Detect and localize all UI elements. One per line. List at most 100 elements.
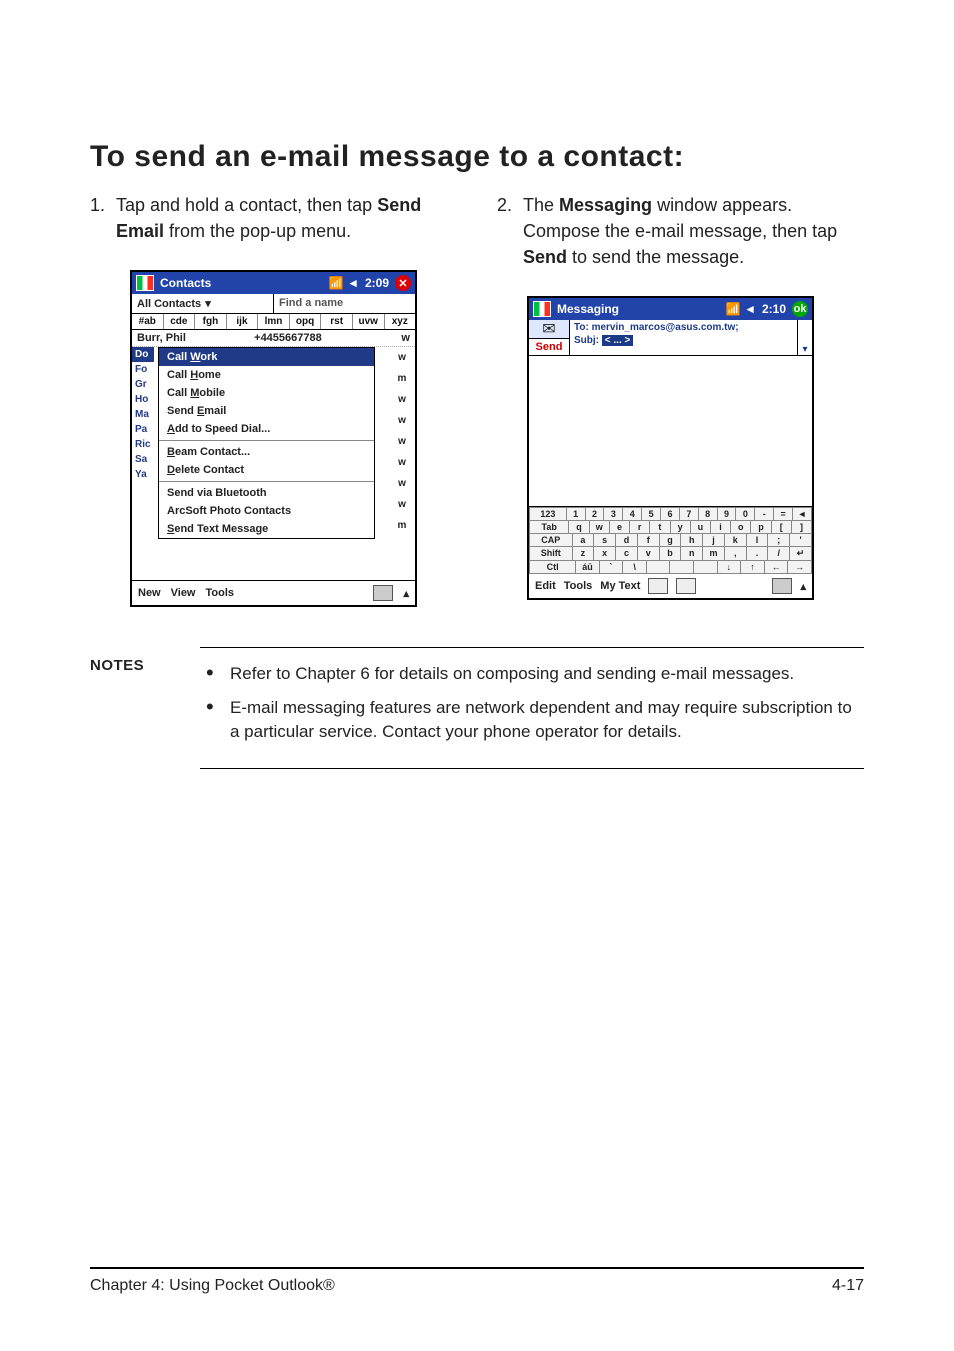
alpha-tab[interactable]: uvw [353,314,385,329]
key[interactable]: - [755,507,774,521]
key[interactable]: ] [792,521,812,534]
alpha-tab[interactable]: #ab [132,314,164,329]
key[interactable]: 0 [736,507,755,521]
key[interactable]: 4 [623,507,642,521]
menu-item-call-home[interactable]: Call Home [159,366,374,384]
menu-item-beam-contact-[interactable]: Beam Contact... [159,443,374,461]
key[interactable]: = [774,507,793,521]
to-field[interactable]: To: mervin_marcos@asus.com.tw; [574,322,793,333]
key[interactable]: ' [790,534,812,547]
menu-mytext[interactable]: My Text [600,580,640,592]
alpha-tab[interactable]: ijk [227,314,259,329]
key[interactable]: . [747,547,769,561]
key[interactable]: o [731,521,751,534]
send-button[interactable]: Send [529,338,569,355]
keyboard-icon[interactable] [373,585,393,601]
key[interactable]: c [616,547,638,561]
dropdown-icon[interactable]: ▾ [802,344,807,355]
menu-item-send-via-bluetooth[interactable]: Send via Bluetooth [159,484,374,502]
key[interactable]: , [725,547,747,561]
key[interactable]: z [573,547,595,561]
key[interactable]: → [788,561,812,574]
key[interactable]: Tab [529,521,569,534]
menu-item-add-to-speed-dial-[interactable]: Add to Speed Dial... [159,420,374,438]
key[interactable]: e [610,521,630,534]
alpha-tab[interactable]: fgh [195,314,227,329]
key[interactable]: w [590,521,610,534]
key[interactable]: áū [576,561,600,574]
up-arrow-icon[interactable]: ▴ [403,587,409,600]
message-body[interactable] [529,356,812,507]
menu-view[interactable]: View [171,587,196,599]
context-menu[interactable]: Call WorkCall HomeCall MobileSend EmailA… [158,347,375,539]
key[interactable]: ← [765,561,789,574]
key[interactable]: b [660,547,682,561]
up-arrow-icon[interactable]: ▴ [800,580,806,593]
key[interactable]: p [751,521,771,534]
key[interactable]: g [660,534,682,547]
key[interactable]: 8 [699,507,718,521]
key[interactable]: d [616,534,638,547]
key[interactable]: y [671,521,691,534]
all-contacts-dropdown[interactable]: All Contacts▾ [132,294,274,313]
key[interactable]: ↓ [718,561,742,574]
menu-edit[interactable]: Edit [535,580,556,592]
key[interactable]: 1 [567,507,586,521]
service-icon[interactable] [648,578,668,594]
menu-item-call-mobile[interactable]: Call Mobile [159,384,374,402]
key[interactable]: v [638,547,660,561]
key[interactable]: ↑ [741,561,765,574]
key[interactable]: ◄ [793,507,812,521]
key[interactable]: 7 [680,507,699,521]
key[interactable]: ↵ [790,547,812,561]
keyboard-icon[interactable] [772,578,792,594]
key[interactable]: 6 [661,507,680,521]
menu-tools[interactable]: Tools [564,580,593,592]
key[interactable]: Shift [529,547,573,561]
key[interactable]: Ctl [529,561,576,574]
key[interactable]: i [711,521,731,534]
key[interactable]: a [573,534,595,547]
key[interactable]: 2 [586,507,605,521]
menu-item-call-work[interactable]: Call Work [159,348,374,366]
menu-tools[interactable]: Tools [206,587,235,599]
key[interactable]: k [725,534,747,547]
find-name-field[interactable]: Find a name [274,294,415,313]
alpha-tab[interactable]: rst [321,314,353,329]
key[interactable]: h [681,534,703,547]
alpha-tab[interactable]: lmn [258,314,290,329]
key[interactable]: f [638,534,660,547]
account-icon[interactable] [676,578,696,594]
menu-item-arcsoft-photo-contacts[interactable]: ArcSoft Photo Contacts [159,502,374,520]
key[interactable]: u [691,521,711,534]
menu-item-send-email[interactable]: Send Email [159,402,374,420]
menu-item-delete-contact[interactable]: Delete Contact [159,461,374,479]
key[interactable]: 9 [718,507,737,521]
key[interactable]: ; [768,534,790,547]
key[interactable]: t [650,521,670,534]
key[interactable]: \ [623,561,647,574]
key[interactable]: 5 [642,507,661,521]
key[interactable] [694,561,718,574]
key[interactable]: [ [772,521,792,534]
menu-item-send-text-message[interactable]: Send Text Message [159,520,374,538]
key[interactable]: 123 [529,507,567,521]
key[interactable]: l [747,534,769,547]
key[interactable]: q [569,521,589,534]
key[interactable]: x [594,547,616,561]
key[interactable]: r [630,521,650,534]
alpha-tab[interactable]: opq [290,314,322,329]
key[interactable]: / [768,547,790,561]
alpha-index[interactable]: #abcdefghijklmnopqrstuvwxyz [132,314,415,330]
key[interactable]: ` [600,561,624,574]
key[interactable]: CAP [529,534,573,547]
key[interactable]: 3 [604,507,623,521]
key[interactable]: s [594,534,616,547]
key[interactable]: j [703,534,725,547]
onscreen-keyboard[interactable]: 1231234567890-=◄Tabqwertyuiop[]CAPasdfgh… [529,507,812,574]
key[interactable]: m [703,547,725,561]
key[interactable]: n [681,547,703,561]
key[interactable] [670,561,694,574]
menu-new[interactable]: New [138,587,161,599]
alpha-tab[interactable]: cde [164,314,196,329]
